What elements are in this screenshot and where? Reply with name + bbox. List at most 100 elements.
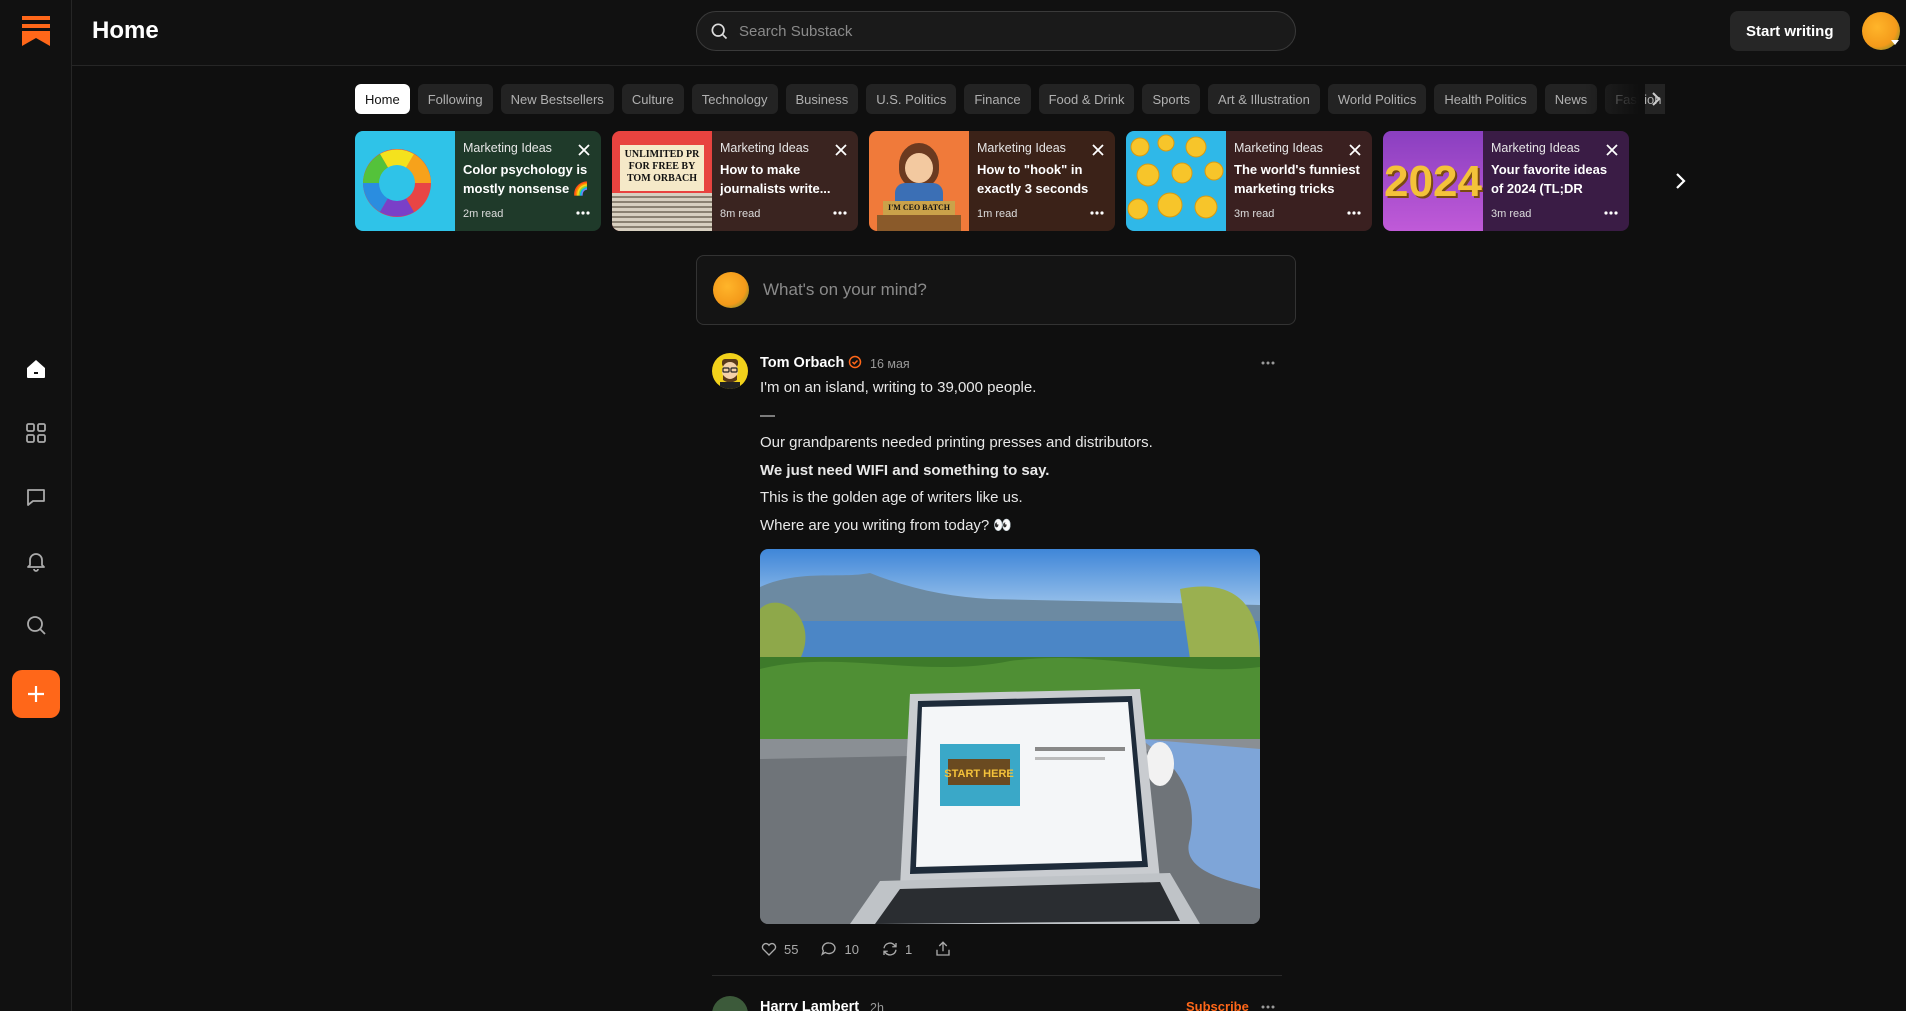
close-icon[interactable] (834, 143, 848, 157)
tab-health-politics[interactable]: Health Politics (1434, 84, 1537, 114)
laughing-emoji-image (1127, 134, 1224, 220)
tabs-fade (1585, 84, 1645, 114)
card-read-time: 3m read (1234, 208, 1275, 220)
close-icon[interactable] (1091, 143, 1105, 157)
comment-icon (821, 942, 837, 956)
recommendation-card[interactable]: Marketing Ideas Color psychology is most… (355, 131, 601, 231)
post-author[interactable]: Harry Lambert (760, 999, 859, 1011)
post-line: This is the golden age of writers like u… (760, 489, 1023, 506)
start-writing-button[interactable]: Start writing (1730, 11, 1850, 51)
tab-technology[interactable]: Technology (691, 84, 778, 114)
card-body: Marketing Ideas The world's funniest mar… (1226, 131, 1372, 231)
author-avatar[interactable] (712, 353, 748, 389)
heart-icon (761, 942, 777, 956)
search-icon (711, 23, 728, 40)
card-thumbnail-text: I'M CEO BATCH (883, 201, 955, 215)
recommendation-card[interactable]: Marketing Ideas The world's funniest mar… (1126, 131, 1372, 231)
category-tabs: Home Following New Bestsellers Culture T… (355, 84, 1665, 114)
card-read-time: 8m read (720, 208, 761, 220)
tab-following[interactable]: Following (417, 84, 493, 114)
tab-home[interactable]: Home (355, 84, 410, 114)
comment-button[interactable]: 10 (820, 940, 859, 958)
sidebar-item-chat[interactable] (0, 477, 72, 517)
subscribe-button[interactable]: Subscribe (1186, 999, 1249, 1011)
tab-food-drink[interactable]: Food & Drink (1038, 84, 1135, 114)
card-body: Marketing Ideas How to make journalists … (712, 131, 858, 231)
card-thumbnail: 2024 (1383, 131, 1483, 231)
more-icon[interactable] (575, 209, 591, 217)
post-line: — (760, 406, 775, 424)
post-line: Our grandparents needed printing presses… (760, 434, 1153, 451)
recommendation-card[interactable]: I'M CEO BATCH Marketing Ideas How to "ho… (869, 131, 1115, 231)
card-title[interactable]: The world's funniest marketing tricks (t… (1234, 160, 1364, 198)
color-wheel-image (363, 149, 431, 217)
share-button[interactable] (934, 940, 952, 958)
card-publication: Marketing Ideas (977, 141, 1066, 155)
tab-finance[interactable]: Finance (964, 84, 1031, 114)
post-date[interactable]: 2h (870, 1001, 884, 1011)
search-icon (27, 616, 46, 635)
chevron-right-icon[interactable] (1668, 169, 1692, 193)
card-title[interactable]: Color psychology is mostly nonsense 🌈 (463, 160, 593, 198)
sidebar-item-explore[interactable] (0, 413, 72, 453)
post-body: I'm on an island, writing to 39,000 peop… (760, 378, 1270, 543)
card-title[interactable]: Your favorite ideas of 2024 (TL;DR versi… (1491, 160, 1621, 198)
sidebar-item-home[interactable] (0, 349, 72, 389)
plus-icon (28, 686, 44, 702)
like-button[interactable]: 55 (760, 940, 798, 958)
top-header: Home Start writing (72, 0, 1906, 66)
bell-icon (27, 553, 45, 572)
card-title[interactable]: How to "hook" in exactly 3 seconds 🎣 (977, 160, 1107, 198)
post-image[interactable]: START HERE (760, 549, 1260, 924)
search-bar[interactable] (696, 11, 1296, 51)
card-thumbnail-text: UNLIMITED PR FOR FREE BY TOM ORBACH (620, 145, 704, 191)
page-title: Home (92, 17, 159, 44)
more-icon[interactable] (1346, 209, 1362, 217)
post-line: Where are you writing from today? 👀 (760, 516, 1013, 534)
post-date[interactable]: 16 мая (870, 357, 910, 371)
more-icon[interactable] (1260, 360, 1276, 366)
photo-screen-text: START HERE (944, 768, 1013, 780)
tab-culture[interactable]: Culture (621, 84, 684, 114)
sidebar-item-notifications[interactable] (0, 541, 72, 581)
left-rail (0, 0, 72, 1011)
more-icon[interactable] (1089, 209, 1105, 217)
search-input[interactable] (739, 22, 1279, 40)
card-title[interactable]: How to make journalists write... (720, 160, 850, 198)
card-publication: Marketing Ideas (1491, 141, 1580, 155)
recommendation-card[interactable]: UNLIMITED PR FOR FREE BY TOM ORBACH Mark… (612, 131, 858, 231)
post-author[interactable]: Tom Orbach (760, 355, 844, 371)
tab-us-politics[interactable]: U.S. Politics (866, 84, 957, 114)
card-body: Marketing Ideas Your favorite ideas of 2… (1483, 131, 1629, 231)
restack-button[interactable]: 1 (881, 940, 912, 958)
close-icon[interactable] (1348, 143, 1362, 157)
more-icon[interactable] (1260, 1004, 1276, 1010)
more-icon[interactable] (832, 209, 848, 217)
post-composer[interactable]: What's on your mind? (696, 255, 1296, 325)
tab-art-illustration[interactable]: Art & Illustration (1208, 84, 1320, 114)
recommendation-card[interactable]: 2024 Marketing Ideas Your favorite ideas… (1383, 131, 1629, 231)
sidebar-item-search[interactable] (0, 605, 72, 645)
post-actions: 55 10 1 (760, 938, 952, 960)
tab-sports[interactable]: Sports (1142, 84, 1201, 114)
close-icon[interactable] (577, 143, 591, 157)
chevron-right-icon[interactable] (1646, 89, 1666, 109)
tab-world-politics[interactable]: World Politics (1327, 84, 1427, 114)
more-icon[interactable] (1603, 209, 1619, 217)
close-icon[interactable] (1605, 143, 1619, 157)
tab-new-bestsellers[interactable]: New Bestsellers (500, 84, 614, 114)
create-button[interactable] (12, 670, 60, 718)
card-thumbnail-text: 2024 (1384, 157, 1482, 206)
chevron-down-icon (1891, 40, 1899, 45)
card-publication: Marketing Ideas (463, 141, 552, 155)
verified-icon (848, 355, 862, 369)
like-count: 55 (784, 941, 799, 957)
home-icon (27, 360, 45, 378)
author-avatar[interactable] (712, 996, 748, 1011)
feed-post: Harry Lambert 2h Subscribe (712, 990, 1282, 1011)
card-thumbnail: I'M CEO BATCH (869, 131, 969, 231)
card-read-time: 2m read (463, 208, 504, 220)
card-read-time: 3m read (1491, 208, 1532, 220)
substack-logo[interactable] (22, 16, 50, 46)
tab-business[interactable]: Business (785, 84, 859, 114)
